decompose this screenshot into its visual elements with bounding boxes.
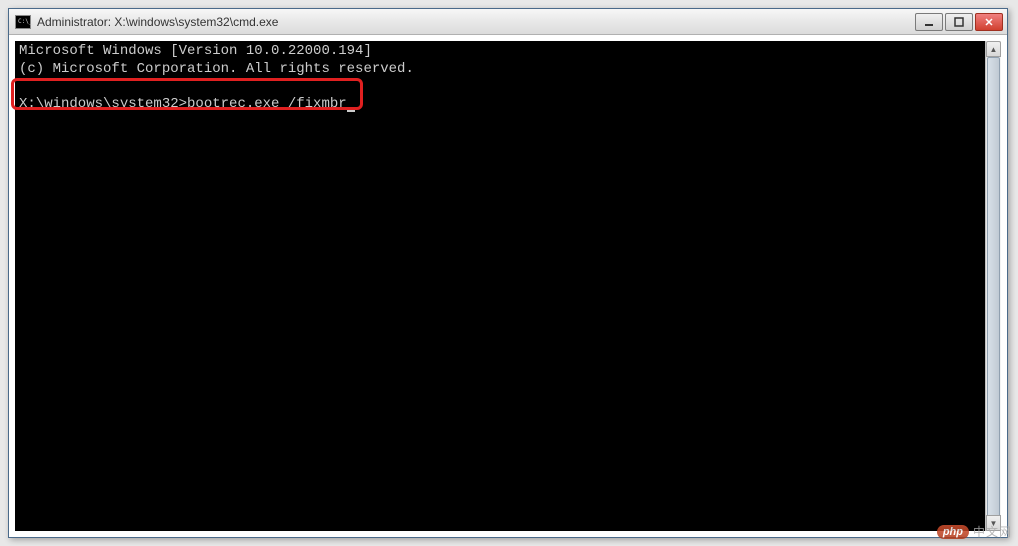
close-icon (984, 17, 994, 27)
vertical-scrollbar[interactable]: ▲ ▼ (985, 41, 1001, 531)
terminal-command: bootrec.exe /fixmbr (187, 96, 347, 112)
minimize-icon (924, 17, 934, 27)
chevron-up-icon: ▲ (990, 45, 998, 54)
minimize-button[interactable] (915, 13, 943, 31)
cmd-window: Administrator: X:\windows\system32\cmd.e… (8, 8, 1008, 538)
terminal-line-1: Microsoft Windows [Version 10.0.22000.19… (19, 43, 372, 59)
watermark-text: 中文网 (973, 523, 1012, 540)
terminal[interactable]: Microsoft Windows [Version 10.0.22000.19… (15, 41, 985, 531)
terminal-prompt: X:\windows\system32> (19, 96, 187, 112)
window-title: Administrator: X:\windows\system32\cmd.e… (37, 15, 915, 29)
scroll-thumb[interactable] (987, 57, 1000, 517)
terminal-line-2: (c) Microsoft Corporation. All rights re… (19, 61, 414, 77)
window-controls (915, 13, 1007, 31)
terminal-cursor (347, 110, 355, 112)
maximize-button[interactable] (945, 13, 973, 31)
close-button[interactable] (975, 13, 1003, 31)
content-area: Microsoft Windows [Version 10.0.22000.19… (9, 35, 1007, 537)
scroll-up-button[interactable]: ▲ (986, 41, 1001, 57)
titlebar[interactable]: Administrator: X:\windows\system32\cmd.e… (9, 9, 1007, 35)
watermark-badge: php (937, 525, 969, 539)
watermark: php 中文网 (937, 523, 1012, 540)
cmd-icon (15, 15, 31, 29)
maximize-icon (954, 17, 964, 27)
